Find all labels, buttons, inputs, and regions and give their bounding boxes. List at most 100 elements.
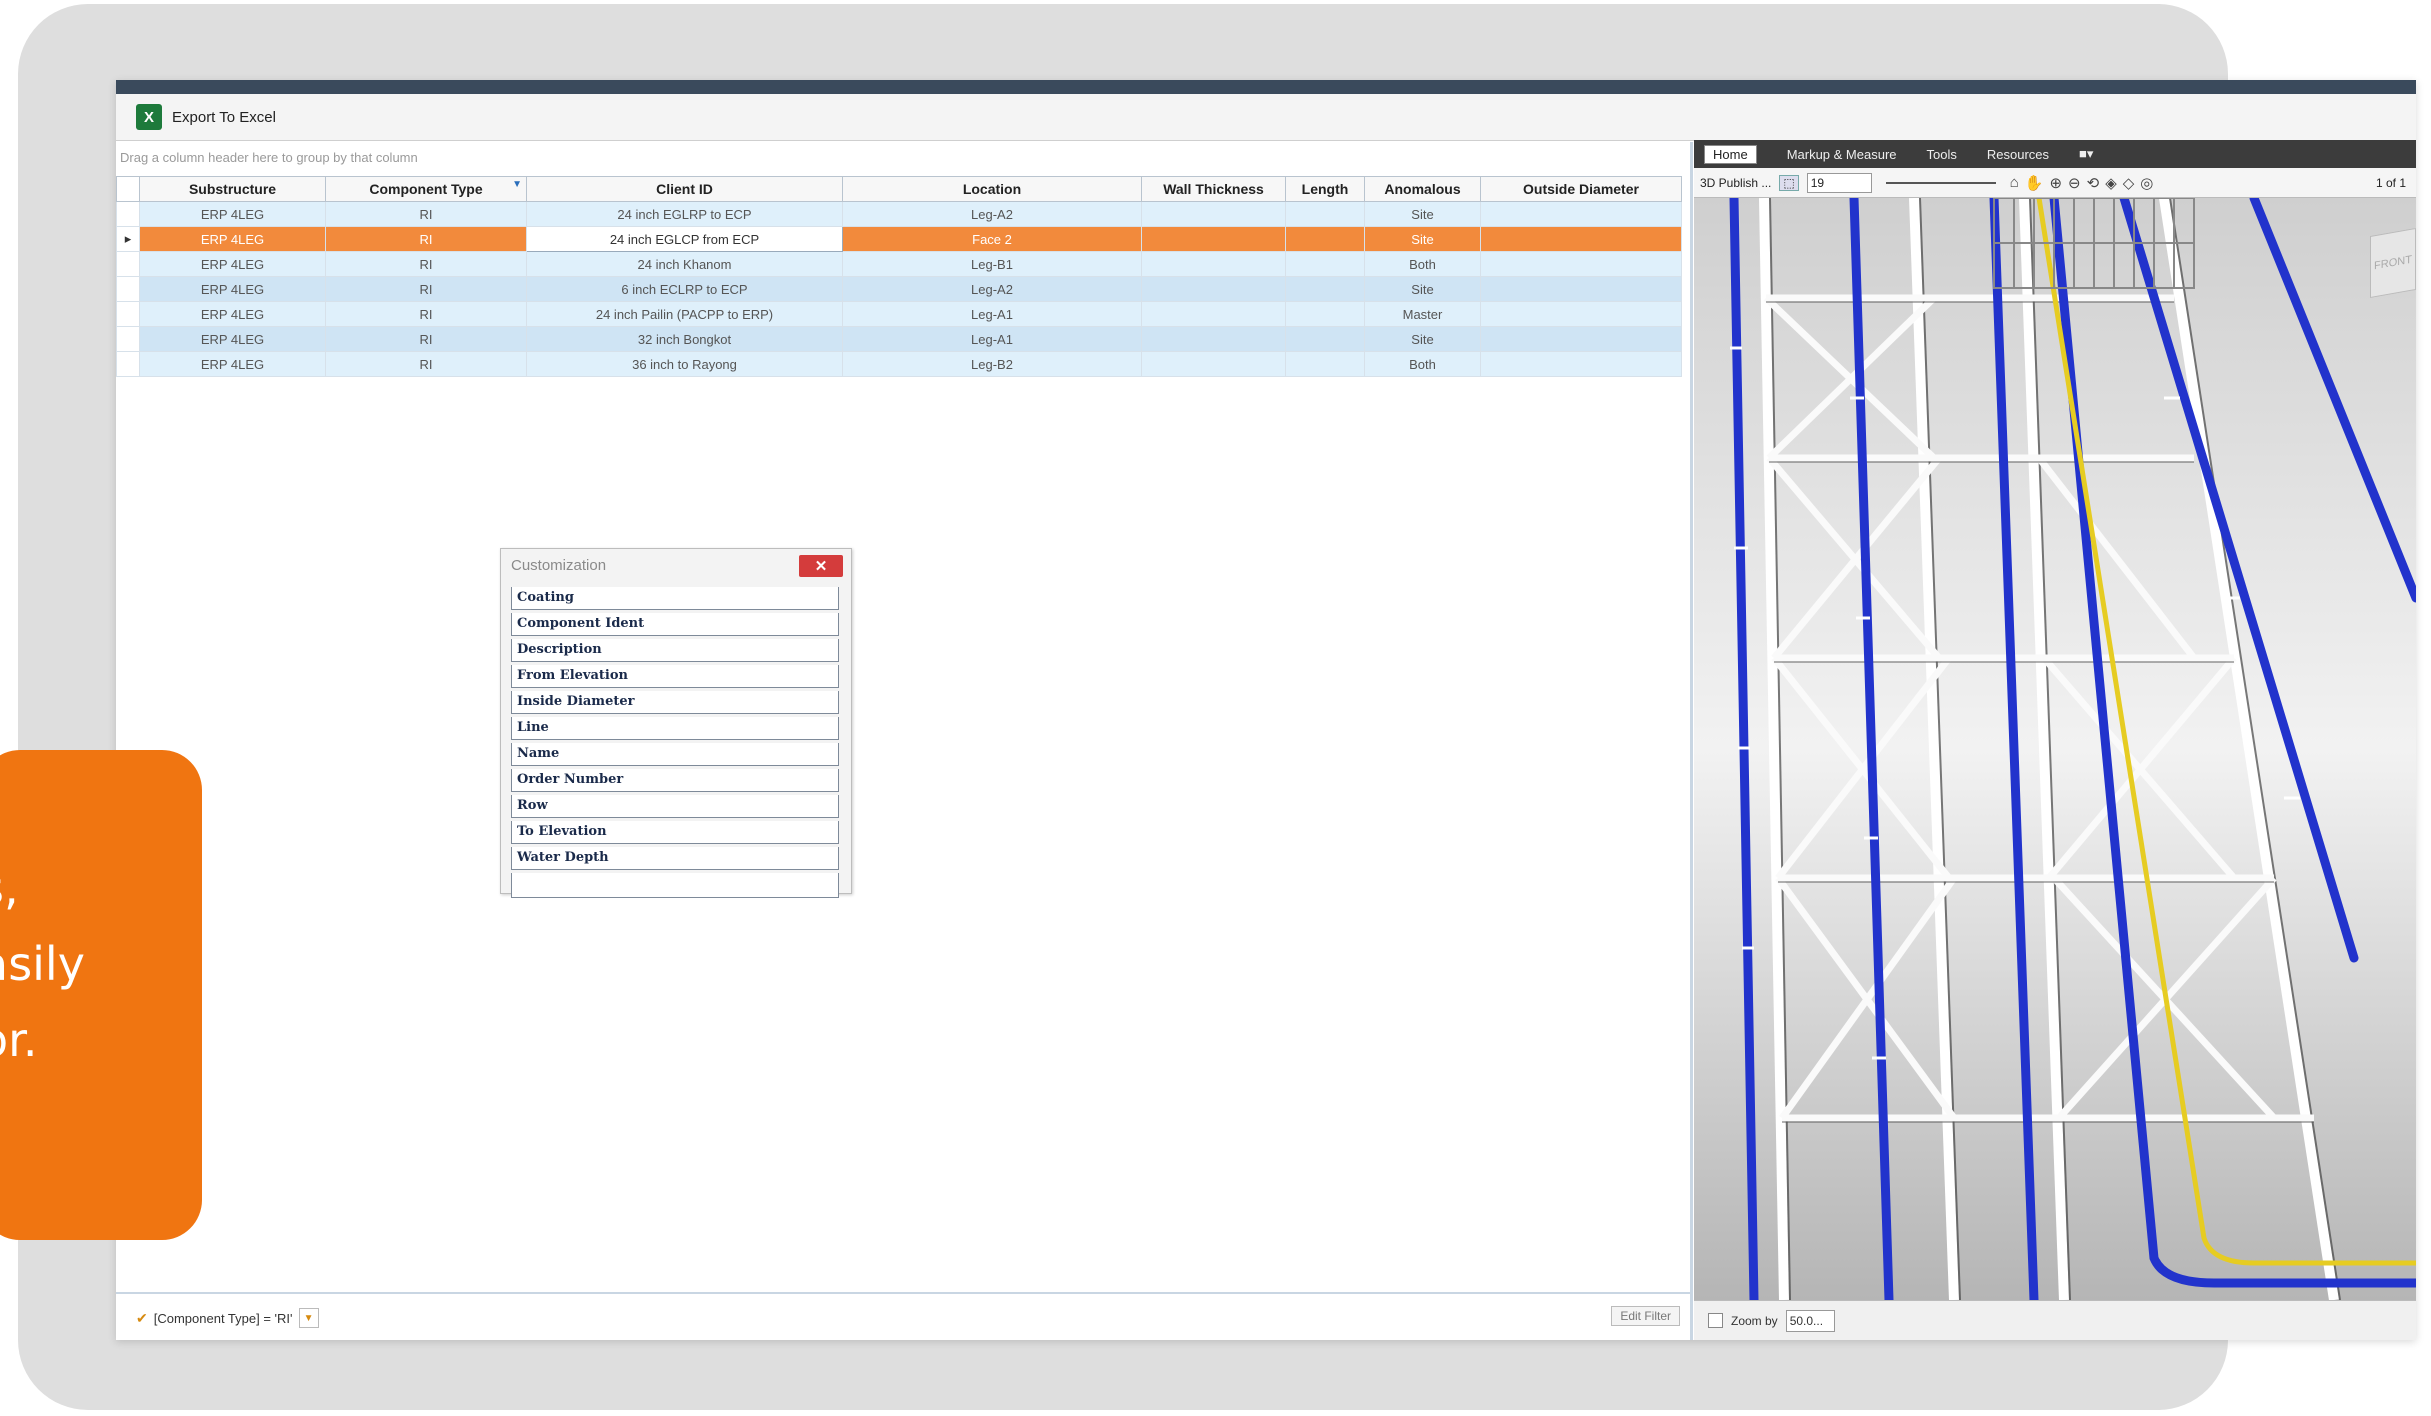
custom-field-water-depth[interactable]: Water Depth	[511, 847, 839, 870]
cell-component-type[interactable]: RI	[325, 301, 527, 327]
cell-client-id[interactable]: 24 inch Pailin (PACPP to ERP)	[526, 301, 843, 327]
rotate-icon[interactable]: ⟲	[2087, 174, 2100, 192]
zoom-area-icon[interactable]: ⊕	[2049, 174, 2062, 192]
publish-label[interactable]: 3D Publish ...	[1700, 176, 1771, 190]
cell-component-type[interactable]: RI	[325, 201, 527, 227]
group-panel-hint[interactable]: Drag a column header here to group by th…	[120, 150, 418, 165]
cell-component-type[interactable]: RI	[325, 276, 527, 302]
checkmark-icon[interactable]: ✔	[136, 1310, 148, 1327]
cell-length[interactable]	[1285, 201, 1365, 227]
cell-length[interactable]	[1285, 226, 1365, 252]
cell-component-type[interactable]: RI	[325, 251, 527, 277]
table-row-selected[interactable]: ▸ ERP 4LEG RI 24 inch EGLCP from ECP Fac…	[116, 226, 1682, 252]
cell-location[interactable]: Leg-A2	[842, 276, 1142, 302]
custom-field-description[interactable]: Description	[511, 639, 839, 662]
cell-component-type[interactable]: RI	[325, 226, 527, 252]
select-icon[interactable]: ⬚	[1779, 174, 1799, 191]
zoom-by-checkbox[interactable]	[1708, 1313, 1723, 1328]
cell-substructure[interactable]: ERP 4LEG	[139, 226, 326, 252]
pan-icon[interactable]: ✋	[2025, 174, 2044, 192]
walk-icon[interactable]: ◇	[2123, 174, 2135, 192]
cell-substructure[interactable]: ERP 4LEG	[139, 326, 326, 352]
custom-field-name[interactable]: Name	[511, 743, 839, 766]
cell-outside-diameter[interactable]	[1480, 251, 1682, 277]
cell-outside-diameter[interactable]	[1480, 351, 1682, 377]
filter-funnel-icon[interactable]: ▼	[512, 179, 522, 190]
tab-home[interactable]: Home	[1704, 144, 1757, 164]
cell-substructure[interactable]: ERP 4LEG	[139, 351, 326, 377]
cell-length[interactable]	[1285, 276, 1365, 302]
cell-anomalous[interactable]: Site	[1364, 226, 1481, 252]
zoom-slider[interactable]	[1885, 181, 1996, 184]
column-header-substructure[interactable]: Substructure	[139, 176, 326, 202]
cell-wall-thickness[interactable]	[1141, 226, 1286, 252]
zoom-by-input[interactable]: 50.0...	[1785, 1309, 1835, 1332]
cell-substructure[interactable]: ERP 4LEG	[139, 276, 326, 302]
cell-component-type[interactable]: RI	[325, 351, 527, 377]
custom-field-from-elevation[interactable]: From Elevation	[511, 665, 839, 688]
tab-markup-measure[interactable]: Markup & Measure	[1787, 147, 1897, 162]
table-row[interactable]: ERP 4LEG RI 36 inch to Rayong Leg-B2 Bot…	[116, 351, 1682, 377]
table-row[interactable]: ERP 4LEG RI 24 inch Khanom Leg-B1 Both	[116, 251, 1682, 277]
close-button[interactable]: ✕	[799, 555, 843, 577]
3d-viewer[interactable]: Home Markup & Measure Tools Resources ■▾…	[1694, 140, 2416, 1340]
cell-location[interactable]: Leg-B2	[842, 351, 1142, 377]
structure-3d-model[interactable]	[1694, 198, 2416, 1300]
tab-resources[interactable]: Resources	[1987, 147, 2049, 162]
edit-filter-button[interactable]: Edit Filter	[1611, 1306, 1680, 1326]
cell-client-id[interactable]: 32 inch Bongkot	[526, 326, 843, 352]
column-header-wall-thickness[interactable]: Wall Thickness	[1141, 176, 1286, 202]
cell-outside-diameter[interactable]	[1480, 201, 1682, 227]
cell-outside-diameter[interactable]	[1480, 276, 1682, 302]
table-row[interactable]: ERP 4LEG RI 24 inch EGLRP to ECP Leg-A2 …	[116, 201, 1682, 227]
column-header-client-id[interactable]: Client ID	[526, 176, 843, 202]
cell-client-id[interactable]: 6 inch ECLRP to ECP	[526, 276, 843, 302]
cell-length[interactable]	[1285, 251, 1365, 277]
column-header-component-type[interactable]: Component Type ▼	[325, 176, 527, 202]
zoom-select[interactable]: 19	[1806, 172, 1872, 193]
cell-outside-diameter[interactable]	[1480, 301, 1682, 327]
active-filter[interactable]: ✔ [Component Type] = 'RI' ▼	[136, 1308, 319, 1328]
table-row[interactable]: ERP 4LEG RI 24 inch Pailin (PACPP to ERP…	[116, 301, 1682, 327]
custom-field-row[interactable]: Row	[511, 795, 839, 818]
cell-anomalous[interactable]: Site	[1364, 326, 1481, 352]
cell-substructure[interactable]: ERP 4LEG	[139, 301, 326, 327]
export-to-excel-button[interactable]: X Export To Excel	[136, 102, 276, 132]
home-icon[interactable]: ⌂	[2010, 174, 2019, 192]
cell-anomalous[interactable]: Both	[1364, 251, 1481, 277]
cell-substructure[interactable]: ERP 4LEG	[139, 201, 326, 227]
custom-field-line[interactable]: Line	[511, 717, 839, 740]
column-header-location[interactable]: Location	[842, 176, 1142, 202]
tab-tools[interactable]: Tools	[1927, 147, 1957, 162]
cell-outside-diameter[interactable]	[1480, 226, 1682, 252]
table-row[interactable]: ERP 4LEG RI 6 inch ECLRP to ECP Leg-A2 S…	[116, 276, 1682, 302]
cell-wall-thickness[interactable]	[1141, 276, 1286, 302]
cell-anomalous[interactable]: Both	[1364, 351, 1481, 377]
cell-location[interactable]: Leg-B1	[842, 251, 1142, 277]
chevron-down-icon[interactable]: ▼	[298, 1308, 319, 1328]
view-cube-front[interactable]: FRONT	[2370, 227, 2416, 299]
zoom-icon[interactable]: ⊖	[2068, 174, 2081, 192]
cell-anomalous[interactable]: Site	[1364, 276, 1481, 302]
cell-client-id[interactable]: 24 inch Khanom	[526, 251, 843, 277]
custom-field-to-elevation[interactable]: To Elevation	[511, 821, 839, 844]
cell-wall-thickness[interactable]	[1141, 351, 1286, 377]
cell-wall-thickness[interactable]	[1141, 201, 1286, 227]
cell-component-type[interactable]: RI	[325, 326, 527, 352]
cell-location[interactable]: Face 2	[842, 226, 1142, 252]
custom-field-coating[interactable]: Coating	[511, 587, 839, 610]
cell-outside-diameter[interactable]	[1480, 326, 1682, 352]
cell-length[interactable]	[1285, 326, 1365, 352]
orbit-icon[interactable]: ◈	[2105, 174, 2117, 192]
cell-wall-thickness[interactable]	[1141, 251, 1286, 277]
cell-client-id[interactable]: 24 inch EGLRP to ECP	[526, 201, 843, 227]
cell-length[interactable]	[1285, 351, 1365, 377]
cell-length[interactable]	[1285, 301, 1365, 327]
column-header-anomalous[interactable]: Anomalous	[1364, 176, 1481, 202]
custom-field-inside-diameter[interactable]: Inside Diameter	[511, 691, 839, 714]
custom-field-order-number[interactable]: Order Number	[511, 769, 839, 792]
cell-anomalous[interactable]: Master	[1364, 301, 1481, 327]
cell-location[interactable]: Leg-A1	[842, 301, 1142, 327]
camera-icon[interactable]: ■▾	[2079, 146, 2093, 162]
cell-anomalous[interactable]: Site	[1364, 201, 1481, 227]
